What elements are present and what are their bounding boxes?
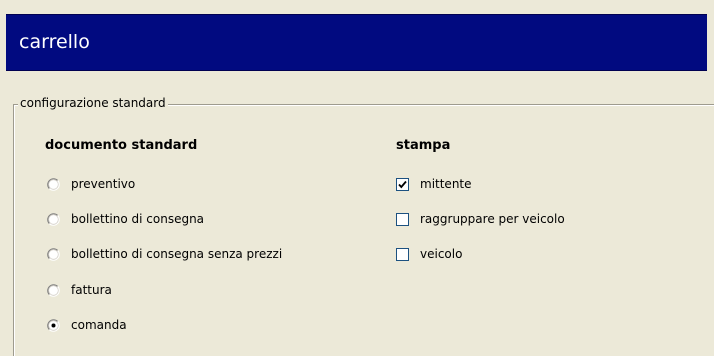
radio-label: bollettino di consegna [71, 212, 205, 226]
radio-bollettino-senza-prezzi[interactable]: bollettino di consegna senza prezzi [47, 246, 282, 262]
radio-bollettino-consegna[interactable]: bollettino di consegna [47, 211, 204, 227]
radio-fattura[interactable]: fattura [47, 282, 112, 298]
radio-button-icon[interactable] [47, 318, 60, 332]
radio-label: fattura [71, 283, 112, 297]
checkbox-icon[interactable] [396, 177, 409, 191]
checkbox-mittente[interactable]: mittente [396, 176, 472, 192]
radio-preventivo[interactable]: preventivo [47, 176, 135, 192]
document-standard-title: documento standard [45, 138, 198, 153]
checkbox-label: veicolo [420, 247, 463, 261]
radio-selected-dot [51, 323, 56, 327]
radio-comanda[interactable]: comanda [47, 317, 127, 333]
radio-label: preventivo [71, 177, 136, 191]
checkbox-label: raggruppare per veicolo [420, 212, 565, 226]
radio-label: bollettino di consegna senza prezzi [71, 247, 283, 261]
group-legend: configurazione standard [18, 95, 168, 111]
radio-button-icon[interactable] [47, 247, 60, 261]
checkbox-raggruppare-per-veicolo[interactable]: raggruppare per veicolo [396, 211, 565, 227]
page-title: carrello [19, 31, 90, 53]
checkbox-icon[interactable] [396, 212, 409, 226]
radio-label: comanda [71, 318, 127, 332]
checkbox-label: mittente [420, 177, 472, 191]
top-strip [0, 0, 714, 14]
header-bar: carrello [6, 14, 707, 71]
cart-window: carrello configurazione standard documen… [0, 0, 714, 356]
checkbox-veicolo[interactable]: veicolo [396, 246, 462, 262]
checkmark-icon [398, 180, 407, 188]
radio-button-icon[interactable] [47, 212, 60, 226]
radio-button-icon[interactable] [47, 283, 60, 297]
print-title: stampa [396, 138, 451, 153]
checkbox-icon[interactable] [396, 247, 409, 261]
radio-button-icon[interactable] [47, 177, 60, 191]
